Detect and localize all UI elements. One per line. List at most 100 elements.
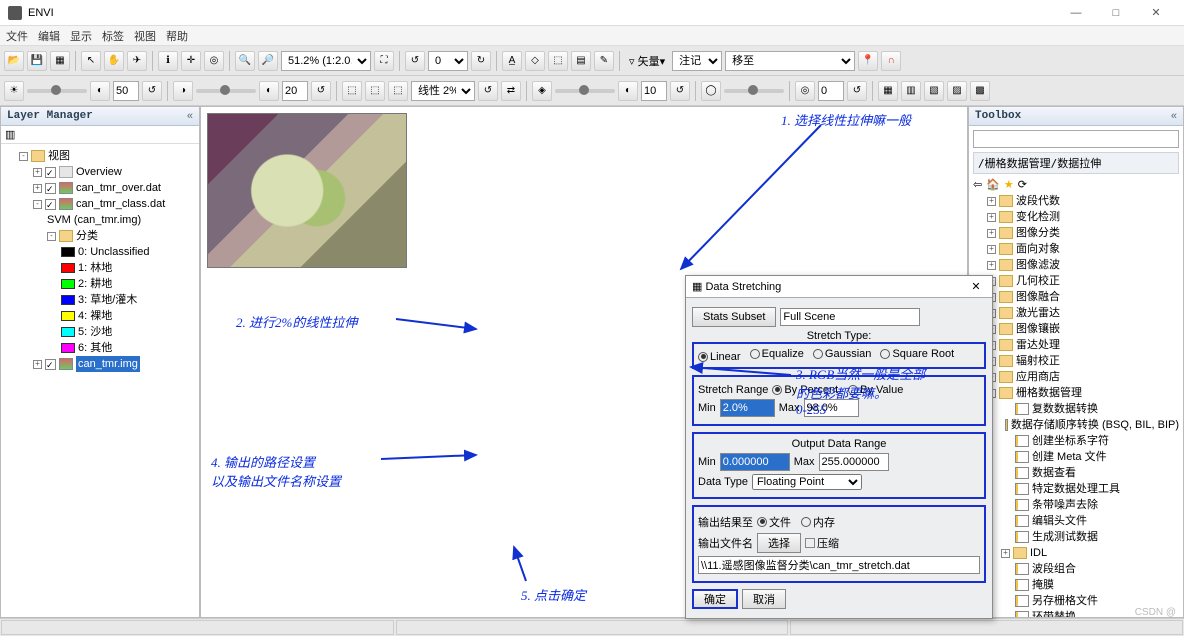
tool-a-icon[interactable]: A̲ bbox=[502, 51, 522, 71]
extra-a-icon[interactable]: ◎ bbox=[795, 81, 815, 101]
extra-value[interactable] bbox=[818, 81, 844, 101]
vector-dropdown[interactable]: ▿ 矢量▾ bbox=[625, 53, 669, 69]
stretch-e-icon[interactable]: ⇄ bbox=[501, 81, 521, 101]
radio-out-file[interactable]: 文件 bbox=[757, 514, 791, 530]
crosshair-icon[interactable]: ✛ bbox=[181, 51, 201, 71]
stretch-d-icon[interactable]: ↺ bbox=[478, 81, 498, 101]
collapse-icon[interactable]: « bbox=[1171, 110, 1177, 122]
sharp-slider[interactable] bbox=[555, 89, 615, 93]
zoom-in-icon[interactable]: 🔎 bbox=[258, 51, 278, 71]
zoom-out-icon[interactable]: 🔍 bbox=[235, 51, 255, 71]
dtype-select[interactable]: Floating Point bbox=[752, 474, 862, 490]
maximize-button[interactable]: □ bbox=[1096, 2, 1136, 24]
radio-linear[interactable]: Linear bbox=[698, 351, 741, 363]
layer-label-active[interactable]: can_tmr.img bbox=[76, 356, 140, 372]
toolbox-item[interactable]: 数据存储顺序转换 (BSQ, BIL, BIP) bbox=[1011, 417, 1179, 433]
tool-b-icon[interactable]: ◇ bbox=[525, 51, 545, 71]
tree-toggle[interactable]: - bbox=[47, 232, 56, 241]
reset-c-icon[interactable]: ↺ bbox=[670, 81, 690, 101]
tree-toggle[interactable]: + bbox=[987, 229, 996, 238]
toolbox-item[interactable]: 图像滤波 bbox=[1016, 257, 1060, 273]
menu-file[interactable]: 文件 bbox=[6, 28, 28, 44]
toolbox-item[interactable]: 雷达处理 bbox=[1016, 337, 1060, 353]
reset-b-icon[interactable]: ↺ bbox=[311, 81, 331, 101]
menu-edit[interactable]: 编辑 bbox=[38, 28, 60, 44]
menu-view[interactable]: 视图 bbox=[134, 28, 156, 44]
class-label[interactable]: 1: 林地 bbox=[78, 260, 112, 276]
layer-label[interactable]: 分类 bbox=[76, 228, 98, 244]
contrast-slider[interactable] bbox=[196, 89, 256, 93]
toolbox-item[interactable]: 数据查看 bbox=[1032, 465, 1076, 481]
toolbox-item[interactable]: 变化检测 bbox=[1016, 209, 1060, 225]
class-label[interactable]: 0: Unclassified bbox=[78, 244, 150, 260]
target-icon[interactable]: ◎ bbox=[204, 51, 224, 71]
toolbox-search[interactable] bbox=[973, 130, 1179, 148]
fav-icon[interactable]: ⇦ bbox=[973, 178, 982, 191]
moon-icon[interactable]: ◑ bbox=[173, 81, 193, 101]
menu-display[interactable]: 显示 bbox=[70, 28, 92, 44]
stats-subset-button[interactable]: Stats Subset bbox=[692, 307, 776, 327]
layer-checkbox[interactable] bbox=[45, 183, 56, 194]
class-label[interactable]: 4: 裸地 bbox=[78, 308, 112, 324]
toolbox-item[interactable]: 波段组合 bbox=[1032, 561, 1076, 577]
stretch-mode-select[interactable]: 线性 2% bbox=[411, 81, 475, 101]
layer-checkbox[interactable] bbox=[45, 199, 56, 210]
class-label[interactable]: 6: 其他 bbox=[78, 340, 112, 356]
tool-d-icon[interactable]: ▤ bbox=[571, 51, 591, 71]
tree-toggle[interactable]: + bbox=[987, 213, 996, 222]
radio-equalize[interactable]: Equalize bbox=[750, 348, 804, 360]
dialog-close-button[interactable]: ✕ bbox=[966, 280, 986, 293]
tool-e-icon[interactable]: ✎ bbox=[594, 51, 614, 71]
fit-icon[interactable]: ⛶ bbox=[374, 51, 394, 71]
contrast-a-icon[interactable]: ◐ bbox=[90, 81, 110, 101]
toolbox-item[interactable]: 应用商店 bbox=[1016, 369, 1060, 385]
tree-toggle[interactable]: + bbox=[987, 245, 996, 254]
toolbox-item[interactable]: 创建 Meta 文件 bbox=[1032, 449, 1107, 465]
stretch-c-icon[interactable]: ⬚ bbox=[388, 81, 408, 101]
close-button[interactable]: ✕ bbox=[1136, 2, 1176, 24]
collapse-icon[interactable]: « bbox=[187, 110, 193, 122]
compress-checkbox[interactable]: 压缩 bbox=[805, 535, 839, 551]
pin-icon[interactable]: 📍 bbox=[858, 51, 878, 71]
grid-a-icon[interactable]: ▦ bbox=[878, 81, 898, 101]
lm-tool-icon[interactable]: ▥ bbox=[5, 128, 15, 141]
layer-checkbox[interactable] bbox=[45, 359, 56, 370]
reset-d-icon[interactable]: ↺ bbox=[847, 81, 867, 101]
grid-d-icon[interactable]: ▨ bbox=[947, 81, 967, 101]
pan-icon[interactable]: ✋ bbox=[104, 51, 124, 71]
brightness-slider[interactable] bbox=[27, 89, 87, 93]
toolbox-item[interactable]: 另存栅格文件 bbox=[1032, 593, 1098, 609]
home-icon[interactable]: 🏠 bbox=[986, 178, 1000, 191]
tree-toggle[interactable]: + bbox=[987, 197, 996, 206]
ok-button[interactable]: 确定 bbox=[692, 589, 738, 609]
toolbox-item[interactable]: 复数数据转换 bbox=[1032, 401, 1098, 417]
layer-label[interactable]: SVM (can_tmr.img) bbox=[47, 212, 141, 228]
stats-subset-field[interactable] bbox=[780, 308, 920, 326]
fly-icon[interactable]: ✈ bbox=[127, 51, 147, 71]
toolbox-item[interactable]: 图像分类 bbox=[1016, 225, 1060, 241]
goto-select[interactable]: 移至 bbox=[725, 51, 855, 71]
zoom-select[interactable]: 51.2% (1:2.0… bbox=[281, 51, 371, 71]
layer-label[interactable]: can_tmr_over.dat bbox=[76, 180, 161, 196]
rotate-right-icon[interactable]: ↻ bbox=[471, 51, 491, 71]
menu-label[interactable]: 标签 bbox=[102, 28, 124, 44]
toolbox-item[interactable]: 面向对象 bbox=[1016, 241, 1060, 257]
toolbox-item[interactable]: 条带噪声去除 bbox=[1032, 497, 1098, 513]
toolbox-item[interactable]: 辐射校正 bbox=[1016, 353, 1060, 369]
sharp-b-icon[interactable]: ◐ bbox=[618, 81, 638, 101]
reset-a-icon[interactable]: ↺ bbox=[142, 81, 162, 101]
out-max-field[interactable] bbox=[819, 453, 889, 471]
stretch-b-icon[interactable]: ⬚ bbox=[365, 81, 385, 101]
contrast-value[interactable] bbox=[282, 81, 308, 101]
layer-label[interactable]: can_tmr_class.dat bbox=[76, 196, 165, 212]
alpha-slider[interactable] bbox=[724, 89, 784, 93]
output-path-field[interactable] bbox=[698, 556, 980, 574]
sharp-value[interactable] bbox=[641, 81, 667, 101]
cancel-button[interactable]: 取消 bbox=[742, 589, 786, 609]
toolbox-item[interactable]: 几何校正 bbox=[1016, 273, 1060, 289]
image-preview[interactable] bbox=[207, 113, 407, 268]
toolbox-item[interactable]: 掩膜 bbox=[1032, 577, 1054, 593]
layer-label[interactable]: Overview bbox=[76, 164, 122, 180]
tree-toggle[interactable]: - bbox=[19, 152, 28, 161]
tool-c-icon[interactable]: ⬚ bbox=[548, 51, 568, 71]
